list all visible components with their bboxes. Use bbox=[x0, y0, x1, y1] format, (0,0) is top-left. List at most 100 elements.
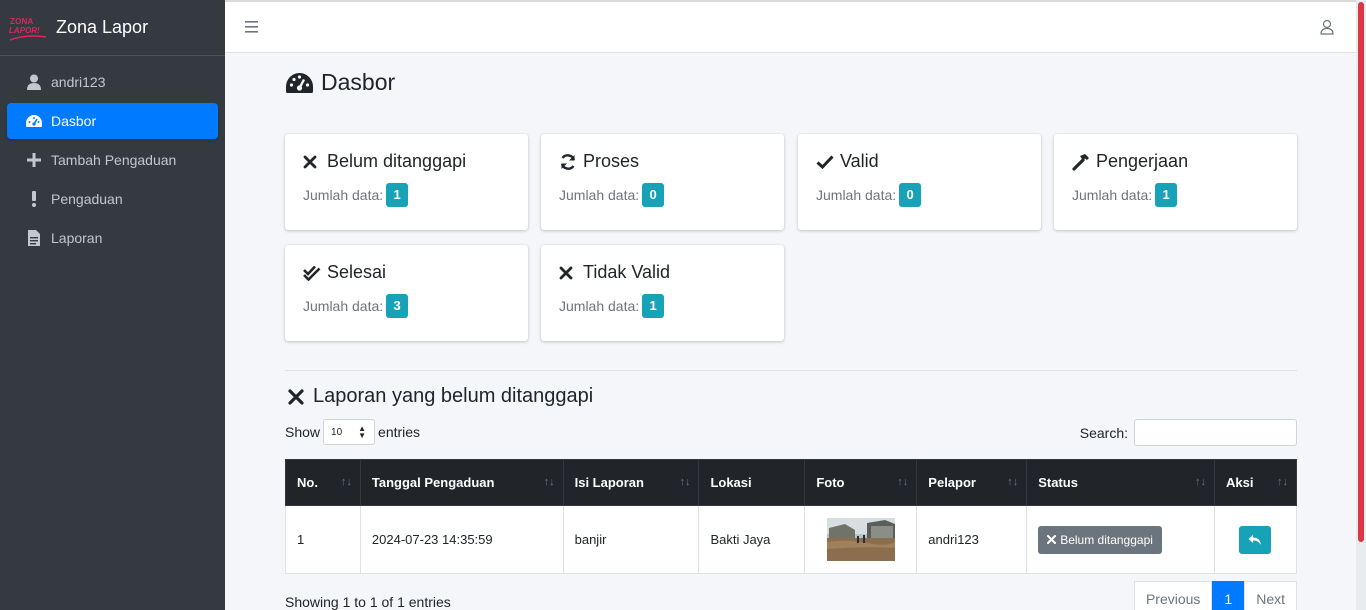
column-header-aksi[interactable]: Aksi ↑↓ bbox=[1213, 459, 1298, 506]
card-title-text: Proses bbox=[583, 151, 640, 171]
card-meta-label: Jumlah data: bbox=[559, 298, 640, 314]
table-row: 1 2024-07-23 14:35:59 banjir Bakti Jaya bbox=[285, 505, 1298, 574]
count-badge: 1 bbox=[1155, 183, 1178, 207]
top-navbar bbox=[225, 0, 1356, 53]
stat-card-proses[interactable]: Proses Jumlah data: 0 bbox=[541, 134, 784, 230]
column-header-label: Status bbox=[1038, 475, 1078, 490]
sort-icon: ↑↓ bbox=[1007, 476, 1019, 488]
search-area: Search: bbox=[1080, 419, 1297, 446]
card-meta: Jumlah data: 0 bbox=[816, 183, 1023, 207]
sort-icon: ↑↓ bbox=[1277, 476, 1288, 488]
card-title-text: Selesai bbox=[327, 262, 387, 282]
times-icon bbox=[288, 388, 304, 405]
card-meta: Jumlah data: 1 bbox=[303, 183, 510, 207]
stat-card-valid[interactable]: Valid Jumlah data: 0 bbox=[798, 134, 1041, 230]
card-meta: Jumlah data: 1 bbox=[1072, 183, 1279, 207]
pagination-previous[interactable]: Previous bbox=[1133, 581, 1213, 610]
column-header-label: Tanggal Pengaduan bbox=[371, 475, 495, 490]
column-header-status[interactable]: Status ↑↓ bbox=[1026, 459, 1215, 506]
stat-card-tidak-valid[interactable]: Tidak Valid Jumlah data: 1 bbox=[541, 245, 784, 341]
pagination-page-1[interactable]: 1 bbox=[1212, 581, 1245, 610]
card-title: Belum ditanggapi bbox=[303, 151, 510, 172]
page-size-value: 10 bbox=[331, 426, 343, 438]
column-header-foto[interactable]: Foto ↑↓ bbox=[804, 459, 918, 506]
column-header-lokasi[interactable]: Lokasi bbox=[698, 459, 806, 506]
scrollbar-thumb[interactable] bbox=[1358, 2, 1364, 542]
sidebar: ZONA LAPOR! Zona Lapor andri123 Dasbor T… bbox=[0, 0, 225, 610]
column-header-tanggal[interactable]: Tanggal Pengaduan ↑↓ bbox=[359, 459, 564, 506]
pagination-next[interactable]: Next bbox=[1244, 581, 1297, 610]
status-label: Belum ditanggapi bbox=[1060, 532, 1153, 547]
exclamation-icon bbox=[25, 191, 43, 207]
reply-icon bbox=[1248, 534, 1261, 545]
count-badge: 1 bbox=[386, 183, 409, 207]
sort-icon: ↑↓ bbox=[340, 476, 352, 488]
times-icon bbox=[303, 155, 323, 169]
section-divider bbox=[285, 370, 1297, 371]
sidebar-user[interactable]: andri123 bbox=[7, 64, 218, 100]
search-label: Search: bbox=[1079, 424, 1128, 441]
table-info: Showing 1 to 1 of 1 entries bbox=[285, 594, 451, 610]
card-title: Pengerjaan bbox=[1072, 151, 1279, 172]
stat-card-belum-ditanggapi[interactable]: Belum ditanggapi Jumlah data: 1 bbox=[285, 134, 528, 230]
card-title: Proses bbox=[559, 151, 766, 172]
card-title: Selesai bbox=[303, 262, 510, 283]
pagination: Previous 1 Next bbox=[1133, 581, 1297, 610]
times-icon bbox=[559, 266, 579, 280]
show-entries: Show 10 ▲ ▼ entries bbox=[285, 419, 420, 445]
page-title: Dasbor bbox=[285, 69, 395, 96]
user-menu-icon[interactable] bbox=[1320, 16, 1334, 41]
cell-no: 1 bbox=[285, 505, 361, 574]
dashboard-icon bbox=[25, 114, 43, 128]
card-meta: Jumlah data: 1 bbox=[559, 294, 766, 318]
page-scrollbar[interactable] bbox=[1356, 0, 1366, 610]
sidebar-item-pengaduan[interactable]: Pengaduan bbox=[7, 181, 218, 217]
status-badge[interactable]: Belum ditanggapi bbox=[1038, 525, 1162, 554]
brand[interactable]: ZONA LAPOR! Zona Lapor bbox=[0, 0, 225, 56]
sort-arrows-icon: ▲ ▼ bbox=[358, 424, 367, 440]
card-meta: Jumlah data: 3 bbox=[303, 294, 510, 318]
cell-pelapor: andri123 bbox=[916, 505, 1028, 574]
sidebar-nav: andri123 Dasbor Tambah Pengaduan Pengadu… bbox=[0, 56, 225, 267]
sidebar-item-label: Pengaduan bbox=[51, 191, 123, 207]
menu-toggle-icon[interactable] bbox=[245, 16, 259, 41]
card-title: Valid bbox=[816, 151, 1023, 172]
page-size-select[interactable]: 10 ▲ ▼ bbox=[323, 419, 376, 445]
entries-label: entries bbox=[378, 424, 421, 440]
column-header-label: Aksi bbox=[1225, 475, 1254, 490]
column-header-pelapor[interactable]: Pelapor ↑↓ bbox=[916, 459, 1028, 506]
sort-icon: ↑↓ bbox=[543, 476, 555, 488]
sync-icon bbox=[559, 153, 579, 171]
sort-icon: ↑↓ bbox=[1194, 476, 1206, 488]
column-header-label: Lokasi bbox=[710, 475, 752, 490]
check-double-icon bbox=[303, 265, 323, 281]
sort-icon: ↑↓ bbox=[897, 476, 909, 488]
sidebar-item-tambah-pengaduan[interactable]: Tambah Pengaduan bbox=[7, 142, 218, 178]
count-badge: 3 bbox=[386, 294, 409, 318]
card-meta-label: Jumlah data: bbox=[816, 187, 897, 203]
column-header-label: Pelapor bbox=[928, 475, 976, 490]
cell-foto bbox=[804, 505, 918, 574]
stat-card-selesai[interactable]: Selesai Jumlah data: 3 bbox=[285, 245, 528, 341]
stat-card-pengerjaan[interactable]: Pengerjaan Jumlah data: 1 bbox=[1054, 134, 1297, 230]
column-header-label: Isi Laporan bbox=[574, 475, 644, 490]
card-meta-label: Jumlah data: bbox=[1072, 187, 1153, 203]
logo-swoosh-icon bbox=[9, 34, 47, 41]
reply-button[interactable] bbox=[1238, 525, 1271, 554]
table-header-row: No. ↑↓ Tanggal Pengaduan ↑↓ Isi Laporan ↑↓ … bbox=[285, 459, 1298, 506]
search-input[interactable] bbox=[1134, 419, 1297, 446]
complaints-table: No. ↑↓ Tanggal Pengaduan ↑↓ Isi Laporan ↑↓ … bbox=[285, 459, 1298, 574]
sidebar-item-label: Laporan bbox=[51, 230, 103, 246]
sidebar-item-label: Tambah Pengaduan bbox=[51, 152, 177, 168]
card-meta-label: Jumlah data: bbox=[303, 298, 384, 314]
datatable-controls: Show 10 ▲ ▼ entries Search: bbox=[285, 419, 1297, 447]
card-title-text: Valid bbox=[840, 151, 879, 171]
brand-name: Zona Lapor bbox=[56, 17, 149, 37]
report-photo-image[interactable] bbox=[827, 518, 896, 561]
sidebar-item-laporan[interactable]: Laporan bbox=[7, 220, 218, 256]
sidebar-item-dasbor[interactable]: Dasbor bbox=[7, 103, 218, 139]
sidebar-user-name: andri123 bbox=[51, 74, 106, 90]
column-header-isi[interactable]: Isi Laporan ↑↓ bbox=[562, 459, 700, 506]
brand-logo: ZONA LAPOR! bbox=[8, 13, 52, 43]
column-header-no[interactable]: No. ↑↓ bbox=[285, 459, 361, 506]
